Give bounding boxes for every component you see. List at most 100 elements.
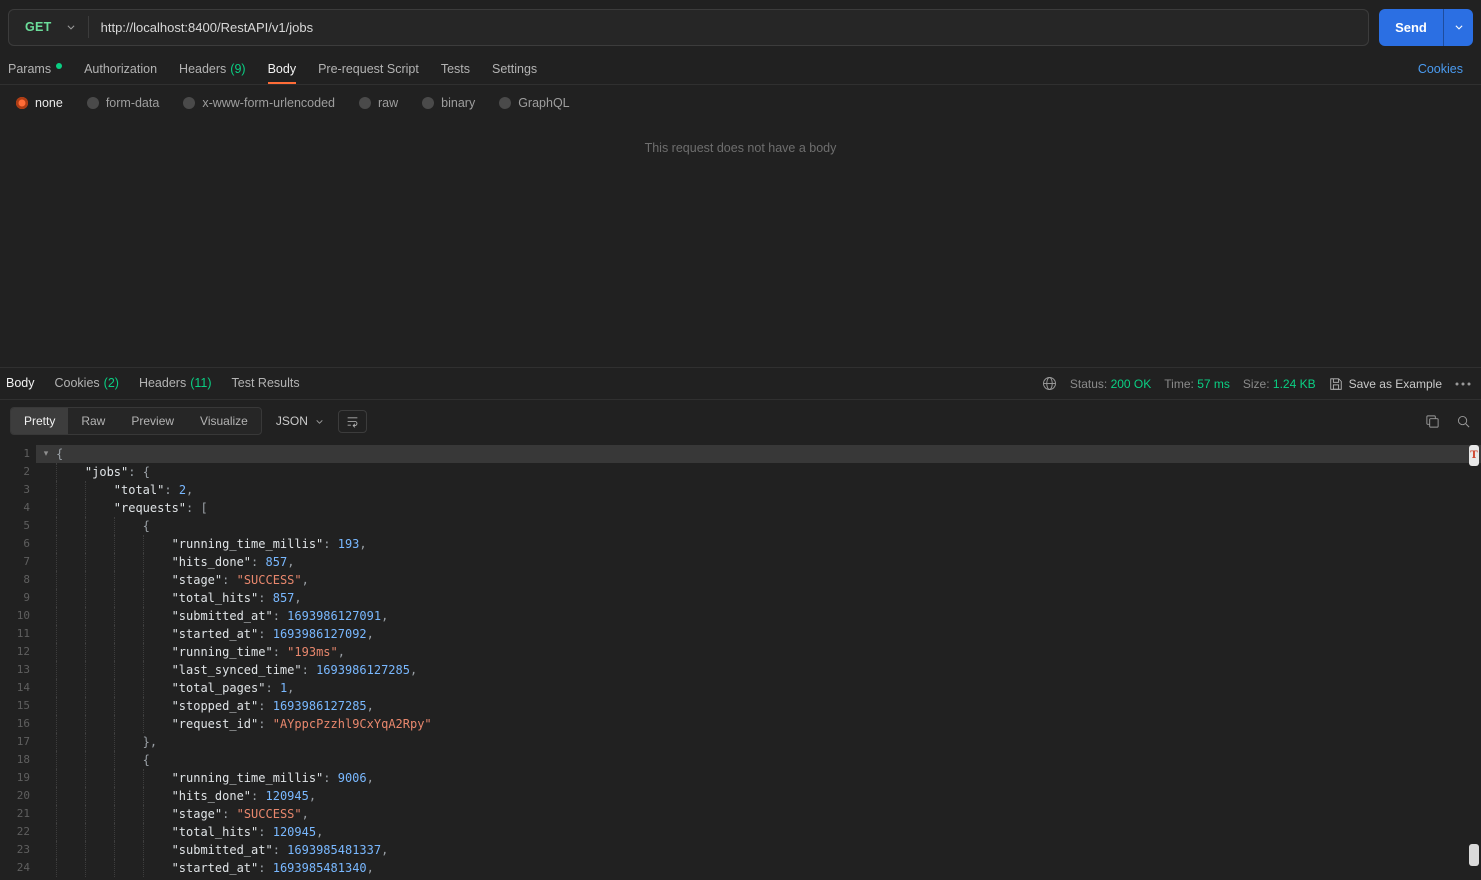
- body-type-binary-label: binary: [441, 96, 475, 110]
- view-tab-preview[interactable]: Preview: [118, 408, 187, 434]
- line-number: 2: [0, 463, 36, 481]
- response-tab-cookies[interactable]: Cookies(2): [55, 368, 119, 399]
- body-type-options: none form-data x-www-form-urlencoded raw bin…: [0, 85, 1481, 121]
- request-body-panel: This request does not have a body: [0, 121, 1481, 367]
- method-selector[interactable]: GET: [9, 10, 88, 45]
- response-tab-test-results[interactable]: Test Results: [232, 368, 300, 399]
- body-type-none-label: none: [35, 96, 63, 110]
- view-tab-group: PrettyRawPreviewVisualize: [10, 407, 262, 435]
- request-tab-params[interactable]: Params: [8, 54, 62, 84]
- request-tab-settings-label: Settings: [492, 62, 537, 76]
- line-number: 17: [0, 733, 36, 751]
- scrollbar-thumb[interactable]: [1469, 844, 1479, 866]
- time-value: 57 ms: [1197, 377, 1230, 391]
- body-type-raw-label: raw: [378, 96, 398, 110]
- params-active-dot: [56, 63, 62, 69]
- response-meta: Status: 200 OK Time: 57 ms Size: 1.24 KB…: [1042, 368, 1481, 399]
- line-number: 14: [0, 679, 36, 697]
- code-line: 7"hits_done": 857,: [0, 553, 1481, 571]
- cookies-link[interactable]: Cookies: [1418, 62, 1481, 76]
- request-tab-pre-request-script[interactable]: Pre-request Script: [318, 54, 419, 84]
- code-line: 16"request_id": "AYppcPzzhl9CxYqA2Rpy": [0, 715, 1481, 733]
- send-split-button: Send: [1379, 9, 1473, 46]
- url-box: GET: [8, 9, 1369, 46]
- line-number: 15: [0, 697, 36, 715]
- status-value: 200 OK: [1111, 377, 1152, 391]
- wrap-text-button[interactable]: [338, 410, 367, 433]
- request-tab-settings[interactable]: Settings: [492, 54, 537, 84]
- request-tab-tests-label: Tests: [441, 62, 470, 76]
- line-number: 5: [0, 517, 36, 535]
- view-tab-visualize[interactable]: Visualize: [187, 408, 261, 434]
- more-actions-button[interactable]: [1455, 382, 1471, 386]
- code-line: 18{: [0, 751, 1481, 769]
- body-type-binary[interactable]: binary: [422, 96, 475, 110]
- line-number: 16: [0, 715, 36, 733]
- empty-body-message: This request does not have a body: [0, 141, 1481, 155]
- response-tab-headers-label: Headers: [139, 376, 186, 390]
- network-globe-icon[interactable]: [1042, 376, 1057, 391]
- request-tab-tests[interactable]: Tests: [441, 54, 470, 84]
- chevron-down-icon: [1454, 22, 1464, 32]
- copy-response-button[interactable]: [1425, 414, 1440, 429]
- body-type-x-www-form-urlencoded-label: x-www-form-urlencoded: [202, 96, 335, 110]
- line-number: 1: [0, 445, 36, 463]
- request-tab-body[interactable]: Body: [268, 54, 297, 84]
- time-label: Time:: [1164, 377, 1194, 391]
- body-type-graphql[interactable]: GraphQL: [499, 96, 569, 110]
- code-line: 21"stage": "SUCCESS",: [0, 805, 1481, 823]
- request-tab-headers[interactable]: Headers(9): [179, 54, 246, 84]
- radio-x-www-form-urlencoded: [183, 97, 195, 109]
- body-type-raw[interactable]: raw: [359, 96, 398, 110]
- search-response-button[interactable]: [1456, 414, 1471, 429]
- scrollbar-top-marker[interactable]: T: [1469, 445, 1479, 466]
- code-line: 1▾{: [0, 445, 1481, 463]
- response-tab-body[interactable]: Body: [6, 368, 35, 399]
- send-options-button[interactable]: [1443, 9, 1473, 46]
- method-label: GET: [25, 20, 52, 34]
- code-line: 10"submitted_at": 1693986127091,: [0, 607, 1481, 625]
- response-tab-headers[interactable]: Headers(11): [139, 368, 212, 399]
- response-section-header: Body Cookies(2) Headers(11) Test Results St…: [0, 367, 1481, 400]
- save-icon: [1329, 377, 1343, 391]
- api-client-app: GET Send Params Authorization Headers(9) Bo…: [0, 0, 1481, 880]
- code-line: 20"hits_done": 120945,: [0, 787, 1481, 805]
- status-badge[interactable]: Status: 200 OK: [1070, 377, 1151, 391]
- view-tab-pretty[interactable]: Pretty: [11, 408, 68, 434]
- size-badge[interactable]: Size: 1.24 KB: [1243, 377, 1316, 391]
- chevron-down-icon: [66, 22, 76, 32]
- view-tab-raw[interactable]: Raw: [68, 408, 118, 434]
- response-tab-cookies-label: Cookies: [55, 376, 100, 390]
- code-line: 24"started_at": 1693985481340,: [0, 859, 1481, 877]
- body-type-form-data[interactable]: form-data: [87, 96, 160, 110]
- send-button[interactable]: Send: [1379, 9, 1443, 46]
- body-type-none[interactable]: none: [16, 96, 63, 110]
- radio-form-data: [87, 97, 99, 109]
- code-line: 3"total": 2,: [0, 481, 1481, 499]
- size-label: Size:: [1243, 377, 1270, 391]
- code-line: 9"total_hits": 857,: [0, 589, 1481, 607]
- line-number: 21: [0, 805, 36, 823]
- response-body-viewer: 1▾{2"jobs": {3"total": 2,4"requests": [5…: [0, 442, 1481, 880]
- line-number: 3: [0, 481, 36, 499]
- code-line: 11"started_at": 1693986127092,: [0, 625, 1481, 643]
- request-tab-body-label: Body: [268, 62, 297, 76]
- request-tab-authorization-label: Authorization: [84, 62, 157, 76]
- vertical-scrollbar[interactable]: T: [1468, 442, 1480, 880]
- body-type-x-www-form-urlencoded[interactable]: x-www-form-urlencoded: [183, 96, 335, 110]
- fold-toggle-icon[interactable]: ▾: [36, 445, 56, 463]
- line-number: 24: [0, 859, 36, 877]
- code-lines: 1▾{2"jobs": {3"total": 2,4"requests": [5…: [0, 445, 1481, 877]
- save-as-example-button[interactable]: Save as Example: [1329, 377, 1442, 391]
- chevron-down-icon: [315, 417, 324, 426]
- url-input[interactable]: [89, 20, 1368, 35]
- code-line: 6"running_time_millis": 193,: [0, 535, 1481, 553]
- request-tab-authorization[interactable]: Authorization: [84, 54, 157, 84]
- radio-binary: [422, 97, 434, 109]
- radio-none: [16, 97, 28, 109]
- line-number: 11: [0, 625, 36, 643]
- line-number: 9: [0, 589, 36, 607]
- line-number: 13: [0, 661, 36, 679]
- format-dropdown[interactable]: JSON: [276, 414, 324, 428]
- time-badge[interactable]: Time: 57 ms: [1164, 377, 1230, 391]
